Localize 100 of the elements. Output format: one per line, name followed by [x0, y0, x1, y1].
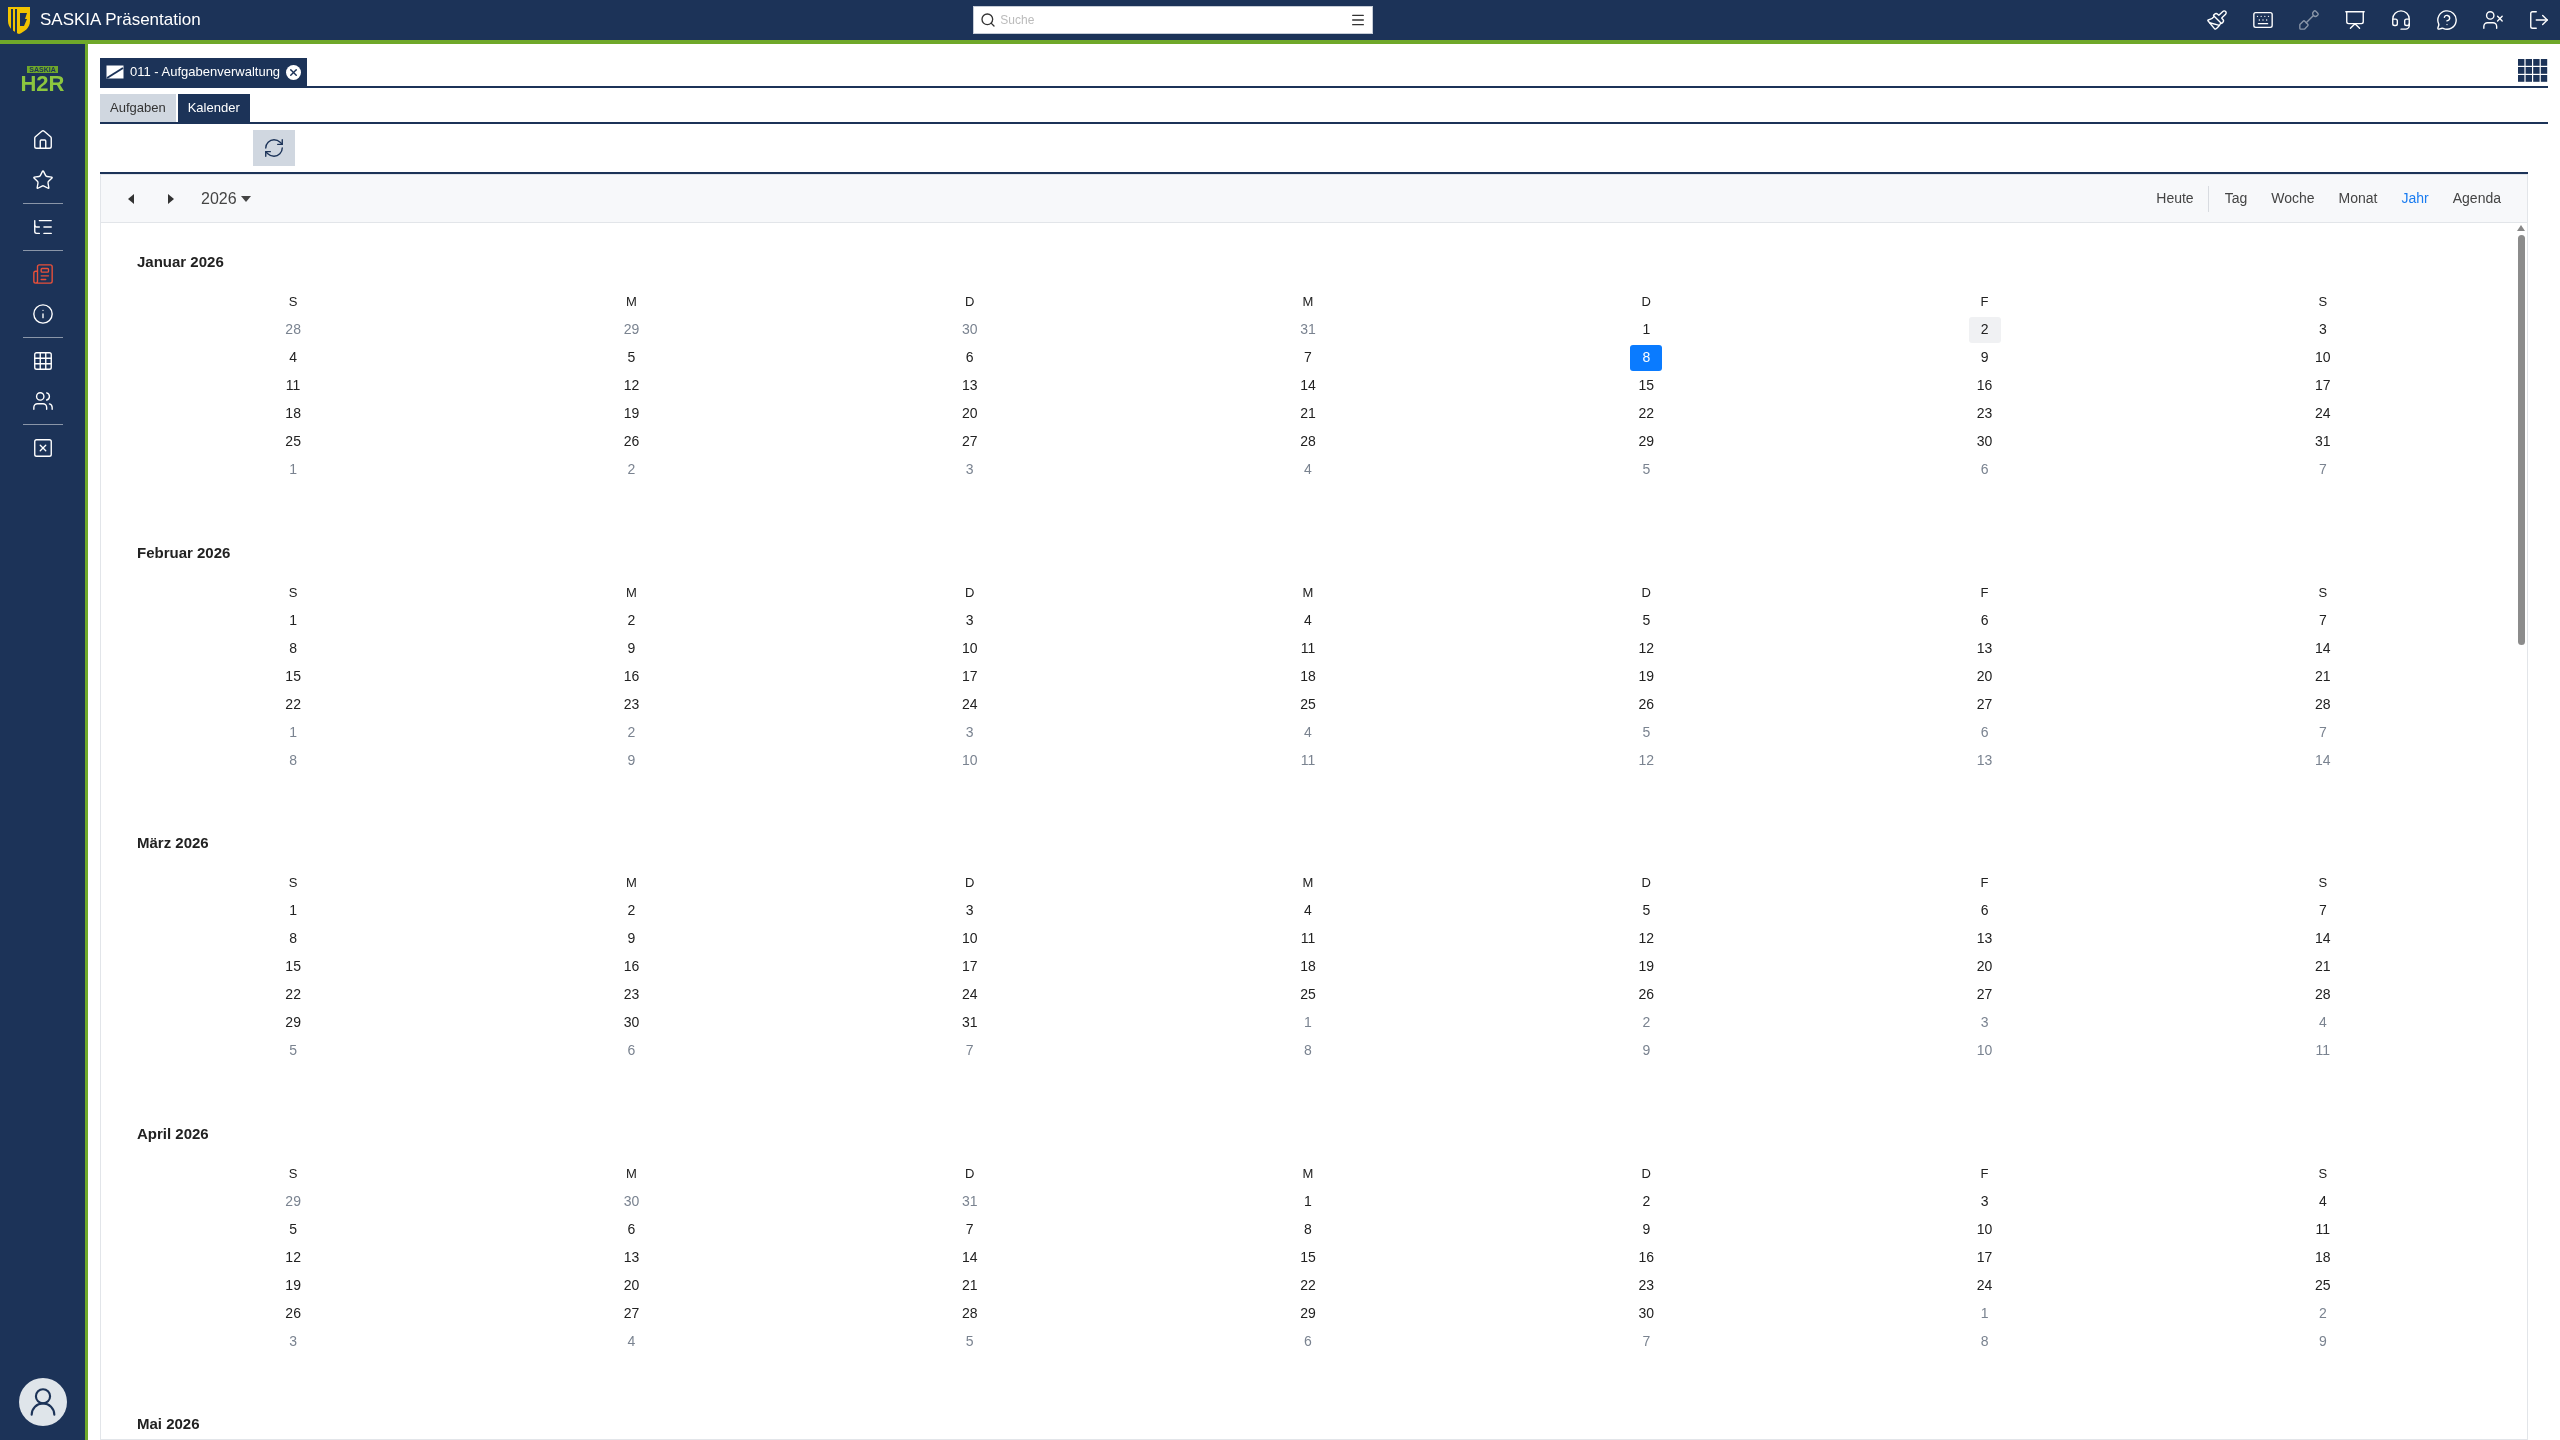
calendar-day[interactable]: 10	[1968, 1216, 2001, 1242]
calendar-day[interactable]: 10	[1968, 1037, 2001, 1064]
calendar-day[interactable]: 21	[953, 1272, 986, 1298]
calendar-day[interactable]: 5	[1630, 897, 1663, 924]
calendar-day[interactable]: 14	[1292, 372, 1324, 399]
calendar-day[interactable]: 8	[1292, 1216, 1324, 1242]
calendar-day[interactable]: 2	[1968, 316, 2001, 343]
brush-icon[interactable]	[2206, 9, 2228, 31]
calendar-day[interactable]: 16	[615, 953, 648, 980]
calendar-day[interactable]: 3	[953, 719, 986, 745]
calendar-day[interactable]: 21	[2306, 953, 2339, 980]
calendar-day[interactable]: 17	[953, 663, 986, 689]
calendar-day[interactable]: 11	[1292, 635, 1324, 661]
calendar-day[interactable]: 6	[1968, 719, 2001, 745]
calendar-day[interactable]: 18	[2306, 1244, 2339, 1270]
calendar-day[interactable]: 8	[277, 925, 310, 952]
calendar-day[interactable]: 1	[277, 897, 310, 924]
tab[interactable]: Kalender	[177, 94, 250, 122]
calendar-day[interactable]: 23	[615, 981, 648, 1008]
calendar-day[interactable]: 23	[1968, 400, 2001, 427]
calendar-day[interactable]: 1	[1292, 1188, 1324, 1214]
calendar-day[interactable]: 3	[953, 607, 986, 633]
calendar-day[interactable]: 8	[277, 635, 310, 661]
calendar-day[interactable]: 7	[953, 1037, 986, 1064]
calendar-day[interactable]: 18	[277, 400, 310, 427]
calendar-day[interactable]: 9	[2306, 1328, 2339, 1354]
calendar-day[interactable]: 28	[277, 316, 310, 343]
calendar-day[interactable]: 15	[277, 663, 310, 689]
calendar-day[interactable]: 13	[615, 1244, 648, 1270]
calendar-day[interactable]: 4	[1292, 607, 1324, 633]
calendar-day[interactable]: 26	[277, 1300, 310, 1326]
calendar-day[interactable]: 21	[1292, 400, 1324, 427]
view-tab[interactable]: Jahr	[2401, 188, 2429, 209]
calendar-day[interactable]: 6	[1968, 607, 2001, 633]
calendar-day[interactable]: 30	[953, 316, 986, 343]
search-input[interactable]: Suche	[1000, 11, 1347, 29]
calendar-day[interactable]: 26	[1630, 691, 1663, 717]
calendar-day[interactable]: 4	[615, 1328, 648, 1354]
calendar-day[interactable]: 7	[1292, 344, 1324, 371]
calendar-day[interactable]: 5	[953, 1328, 986, 1354]
calendar-day[interactable]: 20	[953, 400, 986, 427]
calendar-day[interactable]: 15	[1630, 372, 1663, 399]
calendar-day[interactable]: 9	[615, 635, 648, 661]
calendar-day[interactable]: 31	[953, 1009, 986, 1036]
users-icon[interactable]	[31, 390, 54, 412]
calendar-day[interactable]: 10	[953, 925, 986, 952]
calendar-day[interactable]: 28	[1292, 428, 1324, 455]
search-field[interactable]: Suche	[973, 6, 1374, 34]
calendar-day[interactable]: 24	[1968, 1272, 2001, 1298]
calendar-day[interactable]: 7	[2306, 456, 2339, 483]
calendar-day[interactable]: 11	[1292, 925, 1324, 952]
calendar-day[interactable]: 9	[615, 747, 648, 773]
calendar-day[interactable]: 30	[615, 1188, 648, 1214]
calendar-day[interactable]: 19	[277, 1272, 310, 1298]
calendar-day[interactable]: 12	[277, 1244, 310, 1270]
calendar-day[interactable]: 24	[953, 981, 986, 1008]
calendar-day[interactable]: 5	[1630, 456, 1663, 483]
calendar-day[interactable]: 31	[2306, 428, 2339, 455]
calendar-day[interactable]: 2	[615, 719, 648, 745]
calendar-day[interactable]: 16	[615, 663, 648, 689]
calendar-day[interactable]: 11	[2306, 1216, 2339, 1242]
calendar-day[interactable]: 24	[2306, 400, 2339, 427]
calendar-day[interactable]: 29	[277, 1188, 310, 1214]
calendar-day[interactable]: 20	[1968, 953, 2001, 980]
calendar-day[interactable]: 6	[615, 1037, 648, 1064]
info-icon[interactable]	[31, 303, 54, 325]
home-icon[interactable]	[31, 129, 54, 151]
calendar-day[interactable]: 16	[1968, 372, 2001, 399]
year-dropdown[interactable]: 2026	[201, 186, 251, 211]
calendar-day[interactable]: 12	[1630, 747, 1663, 773]
calendar-day[interactable]: 9	[1968, 344, 2001, 371]
calendar-day[interactable]: 7	[1630, 1328, 1663, 1354]
calendar-day[interactable]: 3	[953, 897, 986, 924]
calendar-day[interactable]: 9	[1630, 1037, 1663, 1064]
calendar-day[interactable]: 30	[615, 1009, 648, 1036]
calendar-day[interactable]: 22	[277, 691, 310, 717]
calendar-day[interactable]: 1	[277, 607, 310, 633]
calendar-day[interactable]: 25	[2306, 1272, 2339, 1298]
calendar-day[interactable]: 20	[615, 1272, 648, 1298]
calendar-day[interactable]: 25	[1292, 981, 1324, 1008]
avatar-icon[interactable]	[18, 1378, 67, 1426]
calendar-day[interactable]: 5	[1630, 719, 1663, 745]
calendar-day[interactable]: 6	[953, 344, 986, 371]
star-icon[interactable]	[31, 169, 54, 191]
calendar-day[interactable]: 10	[953, 747, 986, 773]
calendar-day[interactable]: 6	[1292, 1328, 1324, 1354]
view-tab[interactable]: Monat	[2338, 188, 2378, 209]
calendar-day[interactable]: 2	[1630, 1188, 1663, 1214]
calendar-day[interactable]: 27	[953, 428, 986, 455]
calendar-day[interactable]: 5	[615, 344, 648, 371]
calendar-day[interactable]: 1	[277, 456, 310, 483]
calendar-day[interactable]: 8	[277, 747, 310, 773]
calendar-day[interactable]: 5	[1630, 607, 1663, 633]
calendar-day[interactable]: 11	[2306, 1037, 2339, 1064]
calendar-day[interactable]: 2	[615, 607, 648, 633]
calendar-day[interactable]: 28	[2306, 691, 2339, 717]
calendar-day[interactable]: 18	[1292, 663, 1324, 689]
scrollbar-thumb[interactable]	[2517, 235, 2525, 645]
calendar-day[interactable]: 27	[615, 1300, 648, 1326]
calendar-day[interactable]: 22	[1292, 1272, 1324, 1298]
